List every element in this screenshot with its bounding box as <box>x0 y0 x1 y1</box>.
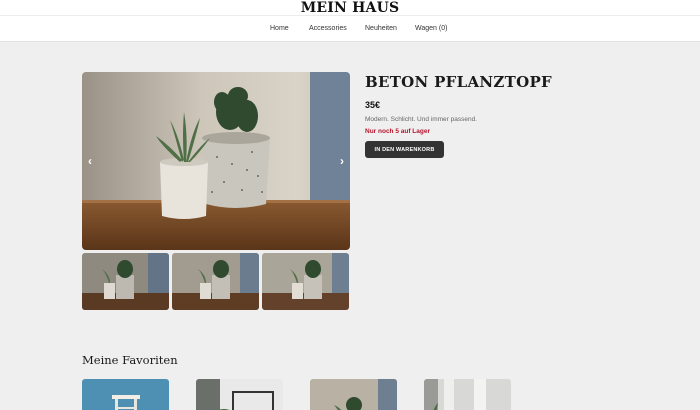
favorites-heading: Meine Favoriten <box>82 353 178 367</box>
brand-logo[interactable]: MEIN HAUS <box>0 0 700 16</box>
site-header: MEIN HAUS Home Accessories Neuheiten Wag… <box>0 0 700 42</box>
stock-notice: Nur noch 5 auf Lager <box>365 128 431 135</box>
favorite-item-stool[interactable] <box>82 379 169 410</box>
curtain-room-product-image <box>424 379 511 410</box>
thumbnail-image <box>262 253 349 310</box>
nav-accessories[interactable]: Accessories <box>309 24 347 34</box>
nav-neuheiten[interactable]: Neuheiten <box>365 24 397 34</box>
stool-product-image <box>82 379 169 410</box>
product-thumbnail[interactable] <box>172 253 259 310</box>
add-to-cart-button[interactable]: IN DEN WARENKORB <box>365 141 444 158</box>
thumbnail-image <box>172 253 259 310</box>
favorite-item-room[interactable] <box>424 379 511 410</box>
product-title: BETON PFLANZTOPF <box>365 73 553 91</box>
favorite-item-shelf[interactable] <box>196 379 283 410</box>
nav-cart[interactable]: Wagen (0) <box>415 24 447 34</box>
main-nav: Home Accessories Neuheiten Wagen (0) <box>0 24 700 36</box>
product-thumbnail[interactable] <box>262 253 349 310</box>
product-price: 35€ <box>365 100 381 110</box>
plant-pots-photo <box>82 72 350 250</box>
carousel-next-icon[interactable]: › <box>340 155 344 167</box>
wire-shelf-product-image <box>196 379 283 410</box>
product-thumbnail[interactable] <box>82 253 169 310</box>
plant-pot-product-image <box>310 379 397 410</box>
product-main-image: ‹ › <box>82 72 350 250</box>
thumbnail-image <box>82 253 169 310</box>
favorite-item-pot[interactable] <box>310 379 397 410</box>
nav-home[interactable]: Home <box>270 24 289 34</box>
carousel-prev-icon[interactable]: ‹ <box>88 155 92 167</box>
product-description: Modern. Schlicht. Und immer passend. <box>365 116 477 123</box>
